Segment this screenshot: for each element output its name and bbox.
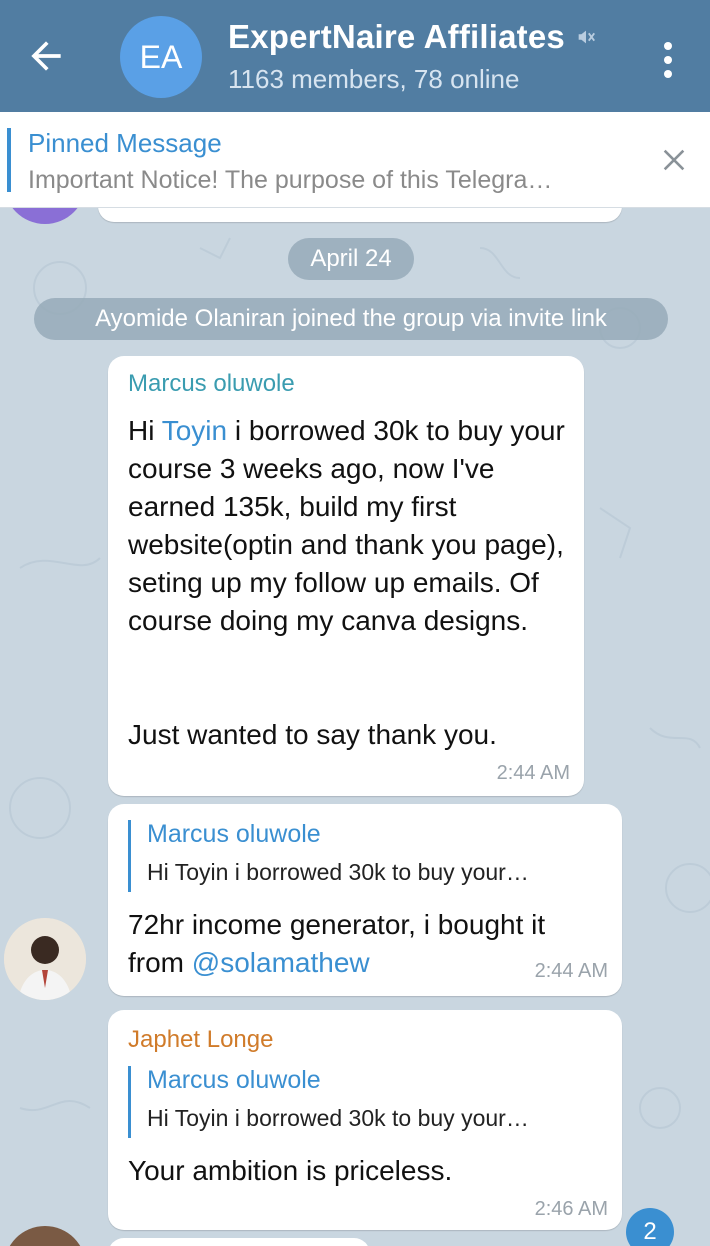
reply-sender: Marcus oluwole xyxy=(147,820,321,848)
reply-text: Hi Toyin i borrowed 30k to buy your… xyxy=(147,859,529,885)
message-time: 2:44 AM xyxy=(534,960,608,982)
group-title-text: ExpertNaire Affiliates xyxy=(228,18,565,55)
mute-icon xyxy=(578,30,595,44)
sender-name[interactable]: Japhet Longe xyxy=(128,1026,273,1054)
mention-link[interactable]: @solamathew xyxy=(192,947,370,978)
message-bubble[interactable]: Japhet Longe Marcus oluwole Hi Toyin i b… xyxy=(108,1010,622,1230)
avatar[interactable] xyxy=(4,918,86,1000)
chat-header: EA ExpertNaire Affiliates 1163 members, … xyxy=(0,0,710,112)
reply-sender: Marcus oluwole xyxy=(147,1066,321,1094)
date-badge: April 24 xyxy=(288,238,414,280)
pinned-indicator xyxy=(7,128,11,192)
group-title: ExpertNaire Affiliates xyxy=(228,18,597,56)
group-subtitle: 1163 members, 78 online xyxy=(228,64,520,94)
message-bubble-previous[interactable] xyxy=(98,208,622,222)
reply-quote[interactable]: Marcus oluwole Hi Toyin i borrowed 30k t… xyxy=(128,1066,529,1138)
pinned-title: Pinned Message xyxy=(28,128,222,158)
message-text: Your ambition is priceless. xyxy=(128,1155,453,1186)
back-arrow-icon[interactable] xyxy=(24,34,68,78)
pinned-text: Important Notice! The purpose of this Te… xyxy=(28,166,553,194)
reply-text: Hi Toyin i borrowed 30k to buy your… xyxy=(147,1105,529,1131)
service-message: Ayomide Olaniran joined the group via in… xyxy=(34,298,668,340)
more-vert-icon[interactable] xyxy=(656,38,680,78)
chat-area[interactable]: April 24 Ayomide Olaniran joined the gro… xyxy=(0,208,710,1246)
sender-name[interactable]: Marcus oluwole xyxy=(128,370,295,398)
message-bubble[interactable]: Marcus oluwole Hi Toyin i borrowed 30k t… xyxy=(108,804,622,996)
close-icon[interactable] xyxy=(660,146,688,174)
group-avatar[interactable]: EA xyxy=(120,16,202,98)
message-text-line2: Just wanted to say thank you. xyxy=(128,719,497,750)
user-photo xyxy=(4,918,86,1000)
group-title-area[interactable]: ExpertNaire Affiliates 1163 members, 78 … xyxy=(228,18,597,95)
message-text: 72hr income generator, i bought it from … xyxy=(128,909,546,978)
mention-link[interactable]: Toyin xyxy=(162,415,227,446)
message-bubble-next[interactable] xyxy=(108,1238,370,1246)
message-time: 2:46 AM xyxy=(534,1198,608,1220)
message-time: 2:44 AM xyxy=(496,762,570,784)
message-bubble[interactable]: Marcus oluwole Hi Toyin i borrowed 30k t… xyxy=(108,356,584,796)
pinned-message-bar[interactable]: Pinned Message Important Notice! The pur… xyxy=(0,112,710,208)
message-text: Hi Toyin i borrowed 30k to buy your cour… xyxy=(128,415,565,636)
reply-quote[interactable]: Marcus oluwole Hi Toyin i borrowed 30k t… xyxy=(128,820,529,892)
